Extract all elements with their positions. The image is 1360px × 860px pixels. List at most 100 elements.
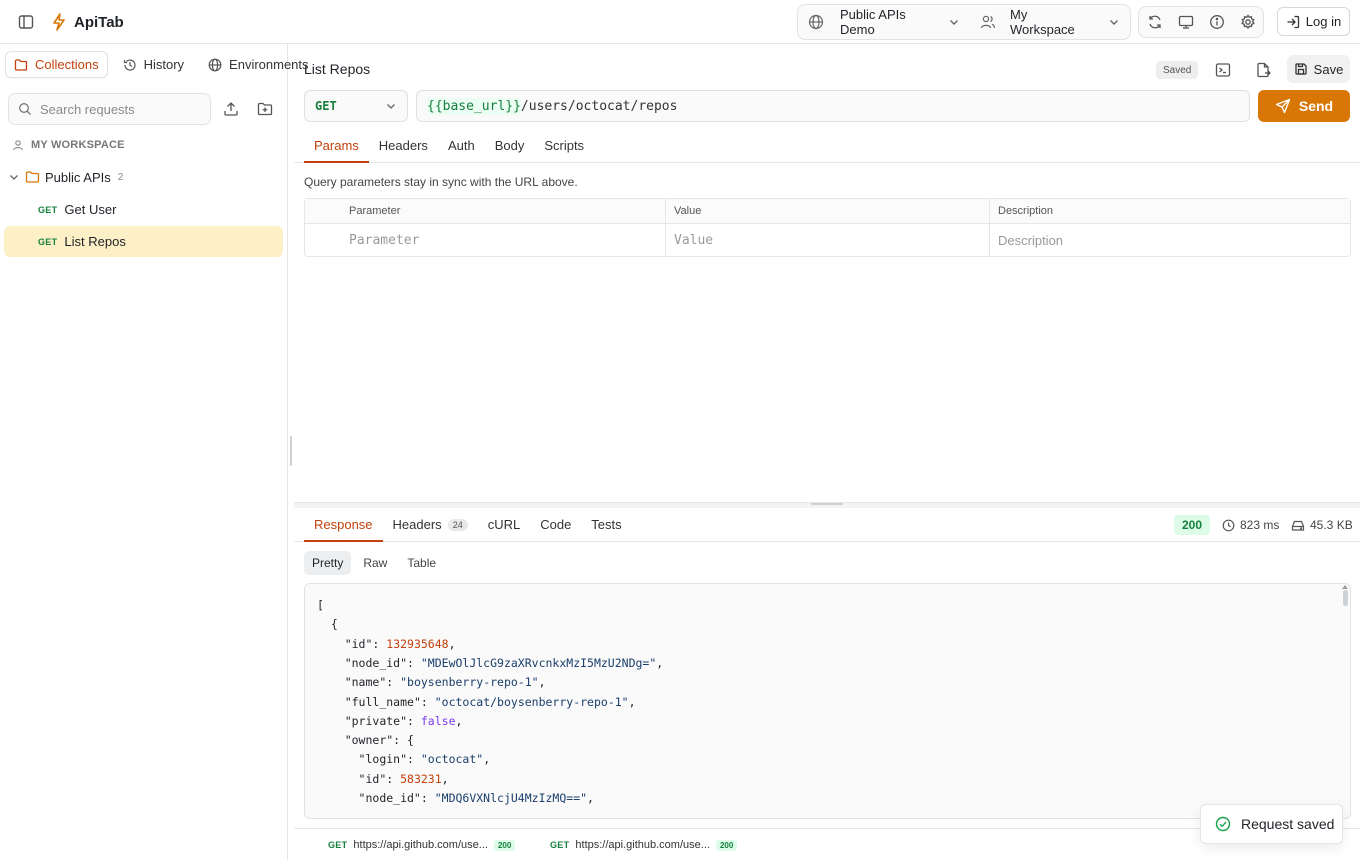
- tab-scripts[interactable]: Scripts: [534, 130, 594, 163]
- param-key-input[interactable]: Parameter: [341, 224, 665, 257]
- project-selector[interactable]: Public APIs Demo: [798, 4, 970, 40]
- url-path: /users/octocat/repos: [520, 98, 678, 114]
- tab-response-headers[interactable]: Headers 24: [383, 509, 478, 542]
- method-badge: GET: [550, 840, 570, 850]
- code-line: "id": 583231,: [358, 771, 449, 786]
- method-select[interactable]: GET: [304, 90, 408, 122]
- request-item-get-user[interactable]: GET Get User: [4, 194, 283, 225]
- tab-tests[interactable]: Tests: [581, 509, 631, 542]
- tab-body[interactable]: Body: [485, 130, 535, 163]
- panel-resize-grip[interactable]: [811, 503, 843, 505]
- code-line: "id": 132935648,: [344, 636, 456, 651]
- tab-collections[interactable]: Collections: [5, 51, 108, 78]
- clock-icon: [1222, 519, 1235, 532]
- method-badge: GET: [38, 236, 58, 247]
- view-table[interactable]: Table: [399, 551, 444, 575]
- gear-icon[interactable]: [1240, 14, 1256, 30]
- history-item[interactable]: GET https://api.github.com/use... 200: [550, 839, 738, 851]
- folder-name: Public APIs: [45, 169, 111, 185]
- scrollbar-thumb[interactable]: [1343, 590, 1348, 606]
- send-label: Send: [1298, 98, 1334, 114]
- status-badge: 200: [715, 839, 738, 851]
- sidebar-tabs: Collections History Environments: [5, 51, 318, 78]
- hard-drive-icon: [1291, 519, 1305, 532]
- history-url: https://api.github.com/use...: [353, 839, 488, 851]
- method-badge: GET: [328, 840, 348, 850]
- chevron-down-icon: [385, 100, 397, 112]
- response-body[interactable]: [ { "id": 132935648, "node_id": "MDEwOlJ…: [304, 583, 1351, 819]
- request-name: Get User: [64, 202, 117, 217]
- login-button[interactable]: Log in: [1277, 7, 1350, 36]
- tab-auth[interactable]: Auth: [438, 130, 485, 163]
- folder-plus-icon: [257, 101, 273, 117]
- workspace-label-text: MY WORKSPACE: [31, 139, 125, 151]
- tab-params[interactable]: Params: [304, 130, 369, 163]
- workspace-switcher: Public APIs Demo My Workspace: [797, 4, 1131, 40]
- param-value-input[interactable]: Value: [666, 224, 989, 257]
- main-panel: List Repos Saved Save GET {{base_url}}/u…: [294, 44, 1360, 860]
- sidebar-toggle-icon[interactable]: [14, 10, 38, 34]
- globe-icon: [208, 58, 222, 72]
- column-header-value: Value: [666, 199, 990, 224]
- workspace-label: MY WORKSPACE: [12, 139, 125, 151]
- save-label: Save: [1313, 61, 1344, 77]
- params-table: Parameter Value Description Parameter Va…: [304, 198, 1351, 257]
- folder-icon: [25, 170, 40, 184]
- refresh-icon[interactable]: [1147, 14, 1163, 30]
- code-line: "private": false,: [344, 713, 463, 728]
- request-title[interactable]: List Repos: [304, 61, 370, 77]
- tab-curl[interactable]: cURL: [478, 509, 531, 542]
- new-folder-button[interactable]: [254, 98, 276, 120]
- history-item[interactable]: GET https://api.github.com/use... 200: [328, 839, 516, 851]
- save-button[interactable]: Save: [1287, 55, 1350, 83]
- tab-headers[interactable]: Headers: [369, 130, 438, 163]
- folder-icon: [14, 58, 28, 72]
- code-line: "node_id": "MDEwOlJlcG9zaXRvcnkxMzI5MzU2…: [344, 655, 664, 670]
- info-icon[interactable]: [1209, 14, 1225, 30]
- code-line: "owner": {: [344, 733, 414, 748]
- chevron-down-icon: [948, 16, 960, 28]
- top-bar: ApiTab Public APIs Demo My Workspace Log…: [0, 0, 1360, 44]
- param-description-input[interactable]: Description: [990, 224, 1350, 257]
- response-size: 45.3 KB: [1291, 514, 1353, 536]
- search-icon: [18, 102, 32, 116]
- response-time: 823 ms: [1222, 514, 1279, 536]
- collection-folder[interactable]: Public APIs 2: [8, 166, 123, 188]
- file-export-icon[interactable]: [1252, 59, 1274, 81]
- headers-count-badge: 24: [447, 518, 468, 531]
- history-icon: [123, 58, 137, 72]
- status-badge: 200: [1174, 515, 1210, 535]
- request-item-list-repos[interactable]: GET List Repos: [4, 226, 283, 257]
- method-value: GET: [315, 99, 337, 113]
- save-icon: [1294, 62, 1308, 76]
- tab-history[interactable]: History: [114, 51, 193, 78]
- terminal-icon[interactable]: [1212, 59, 1234, 81]
- request-tabs: Params Headers Auth Body Scripts: [294, 130, 1360, 163]
- search-input[interactable]: [40, 101, 200, 117]
- response-time-value: 823 ms: [1240, 518, 1280, 532]
- tab-label: History: [143, 57, 185, 72]
- tab-response[interactable]: Response: [304, 509, 383, 542]
- toast-message: Request saved: [1241, 816, 1335, 832]
- code-line: "name": "boysenberry-repo-1",: [344, 675, 546, 690]
- monitor-icon[interactable]: [1178, 14, 1194, 30]
- workspace-selector[interactable]: My Workspace: [970, 4, 1130, 40]
- sidebar: Collections History Environments Search …: [0, 44, 309, 860]
- code-line: "login": "octocat",: [358, 752, 491, 767]
- url-input[interactable]: {{base_url}}/users/octocat/repos: [416, 90, 1250, 122]
- workspace-name: My Workspace: [1010, 7, 1075, 37]
- history-url: https://api.github.com/use...: [575, 839, 710, 851]
- send-button[interactable]: Send: [1258, 90, 1350, 122]
- column-header-toggle: [305, 199, 341, 224]
- chevron-down-icon[interactable]: [8, 171, 20, 183]
- view-raw[interactable]: Raw: [355, 551, 395, 575]
- response-view-tabs: Pretty Raw Table: [304, 551, 444, 575]
- scroll-up-arrow[interactable]: [1342, 585, 1348, 589]
- view-pretty[interactable]: Pretty: [304, 551, 352, 575]
- toast-notification[interactable]: Request saved: [1200, 804, 1343, 844]
- app-logo[interactable]: ApiTab: [52, 13, 124, 31]
- upload-icon: [223, 101, 239, 117]
- sidebar-resize-handle[interactable]: [290, 436, 292, 466]
- tab-code[interactable]: Code: [530, 509, 581, 542]
- import-button[interactable]: [220, 98, 242, 120]
